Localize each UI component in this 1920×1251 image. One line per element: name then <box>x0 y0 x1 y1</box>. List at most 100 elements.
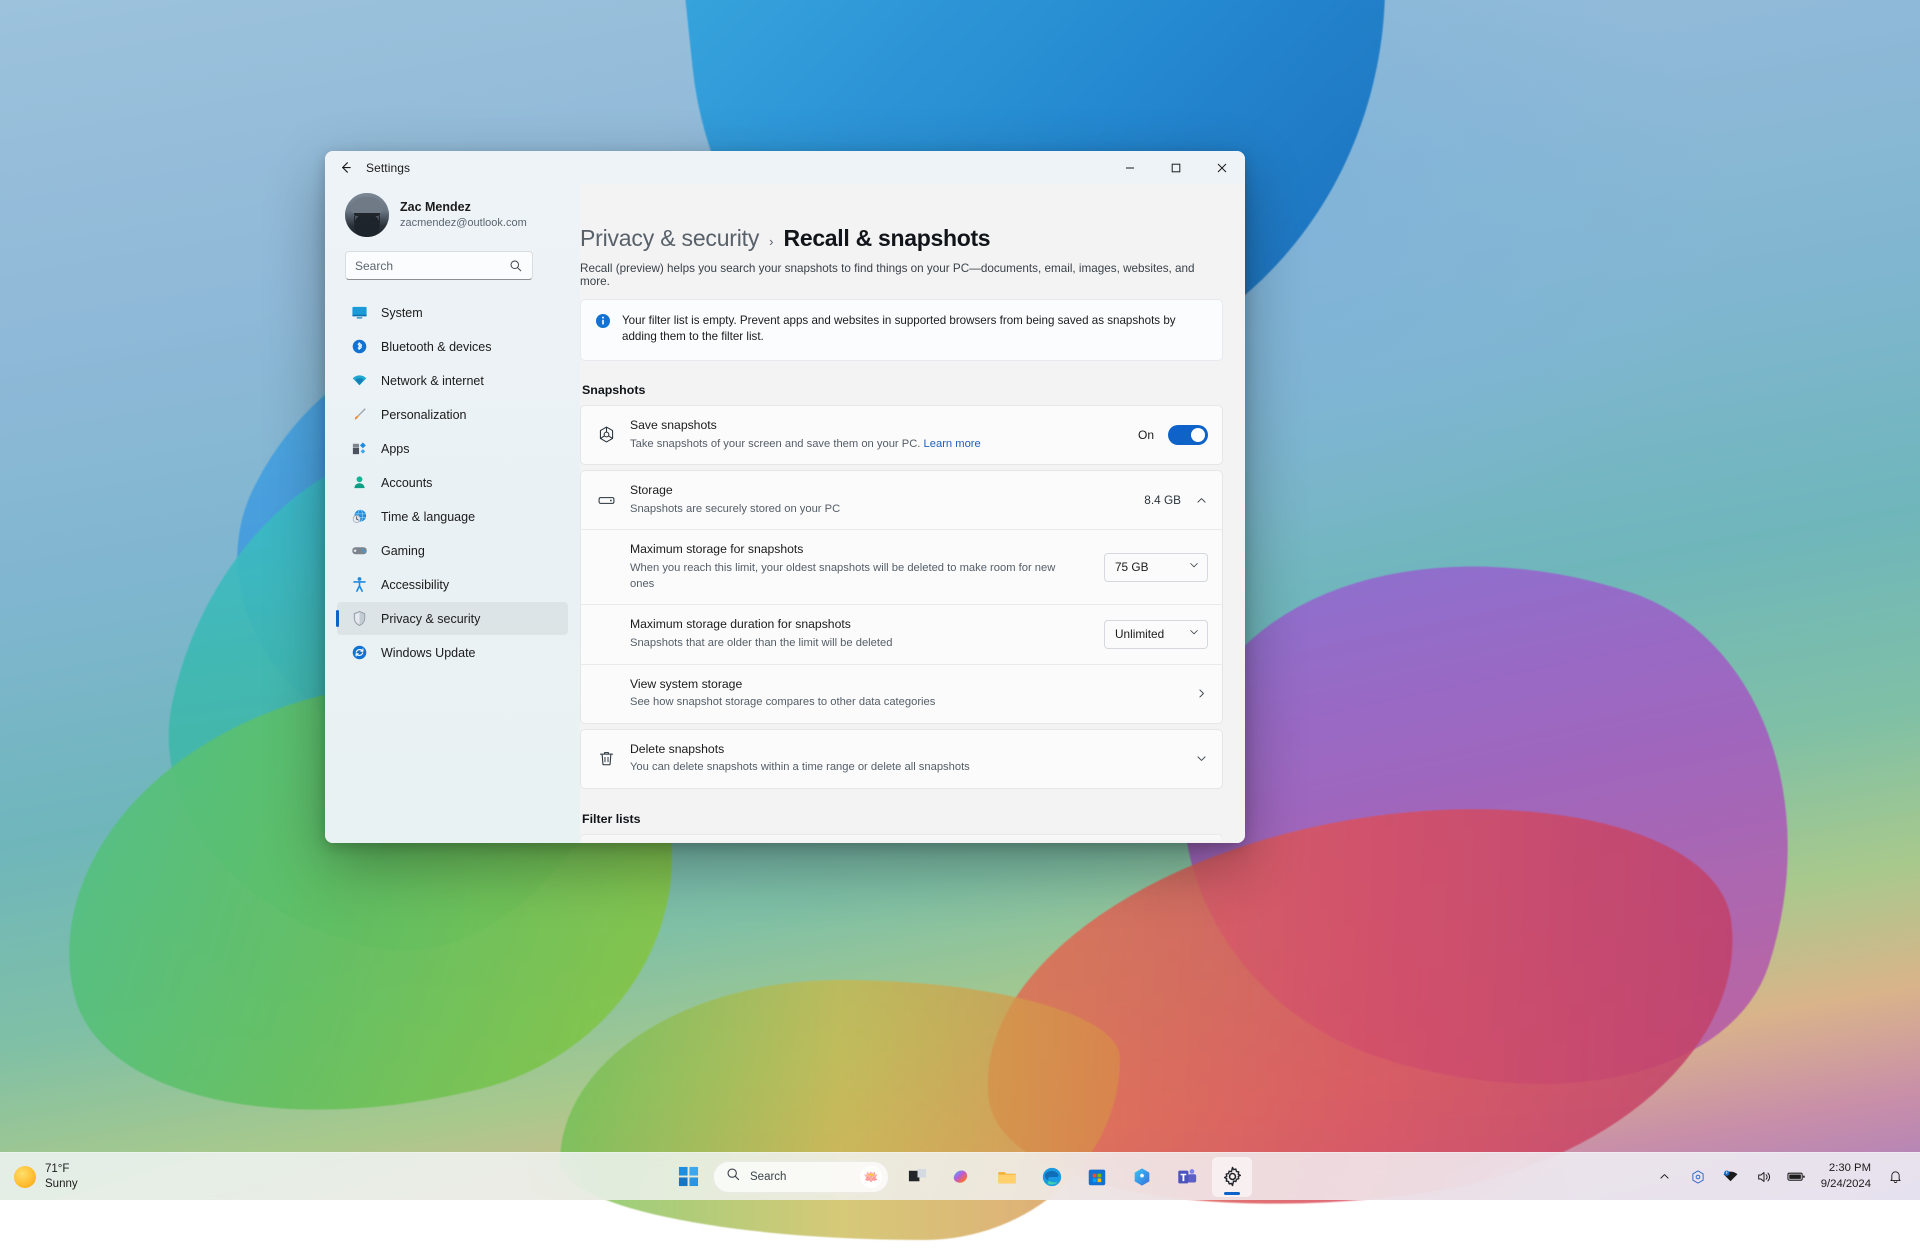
sidebar-item-windows-update[interactable]: Windows Update <box>337 636 568 669</box>
sidebar-nav: System Bluetooth & devices Network & int… <box>333 296 572 843</box>
delete-snapshots-card: Delete snapshots You can delete snapshot… <box>580 729 1223 789</box>
storage-header-row[interactable]: Storage Snapshots are securely stored on… <box>581 471 1222 529</box>
sidebar-search <box>345 251 564 280</box>
save-snapshots-title: Save snapshots <box>630 418 1125 434</box>
battery-icon[interactable] <box>1784 1162 1810 1192</box>
volume-icon[interactable] <box>1751 1162 1777 1192</box>
gamepad-icon <box>351 542 368 559</box>
title-bar: Settings <box>325 151 1245 184</box>
weather-temperature: 71°F <box>45 1162 78 1177</box>
breadcrumb-parent[interactable]: Privacy & security <box>580 225 759 252</box>
taskbar-search[interactable]: Search 🪷 <box>713 1161 889 1193</box>
breadcrumb: Privacy & security › Recall & snapshots <box>580 225 1223 252</box>
view-system-storage-title: View system storage <box>630 677 1182 693</box>
sidebar-item-label: Personalization <box>381 408 466 422</box>
copilot-button[interactable] <box>942 1157 982 1197</box>
taskbar-center: Search 🪷 <box>668 1157 1252 1197</box>
minimize-icon <box>1125 163 1135 173</box>
back-button[interactable] <box>330 153 360 183</box>
taskbar: 71°F Sunny Search 🪷 <box>0 1152 1920 1200</box>
delete-snapshots-sub: You can delete snapshots within a time r… <box>630 759 1060 775</box>
show-hidden-icons-icon[interactable] <box>1652 1162 1678 1192</box>
chevron-right-icon <box>1195 687 1208 700</box>
save-snapshots-learn-more-link[interactable]: Learn more <box>924 438 981 450</box>
sidebar: Zac Mendez zacmendez@outlook.com <box>325 184 580 843</box>
sidebar-item-apps[interactable]: Apps <box>337 432 568 465</box>
sidebar-item-label: Bluetooth & devices <box>381 340 492 354</box>
search-icon[interactable] <box>509 259 523 273</box>
maximize-button[interactable] <box>1153 151 1199 184</box>
max-duration-title: Maximum storage duration for snapshots <box>630 617 1091 633</box>
start-button[interactable] <box>668 1157 708 1197</box>
search-box[interactable] <box>345 251 533 280</box>
recall-icon <box>596 425 617 444</box>
sidebar-item-accounts[interactable]: Accounts <box>337 466 568 499</box>
page-title: Recall & snapshots <box>784 225 991 252</box>
sidebar-item-time-language[interactable]: Time & language <box>337 500 568 533</box>
sidebar-item-privacy-security[interactable]: Privacy & security <box>337 602 568 635</box>
clock[interactable]: 2:30 PM 9/24/2024 <box>1817 1161 1875 1192</box>
sidebar-item-label: Time & language <box>381 510 475 524</box>
save-snapshots-sub: Take snapshots of your screen and save t… <box>630 436 1060 452</box>
sidebar-item-gaming[interactable]: Gaming <box>337 534 568 567</box>
account-section[interactable]: Zac Mendez zacmendez@outlook.com <box>333 184 572 251</box>
wifi-icon <box>351 372 368 389</box>
account-name: Zac Mendez <box>400 199 527 216</box>
sidebar-item-network-internet[interactable]: Network & internet <box>337 364 568 397</box>
max-storage-row: Maximum storage for snapshots When you r… <box>581 529 1222 604</box>
search-input[interactable] <box>355 259 509 273</box>
file-explorer-button[interactable] <box>987 1157 1027 1197</box>
sun-icon <box>14 1166 36 1188</box>
back-arrow-icon <box>338 160 353 175</box>
content-pane: Privacy & security › Recall & snapshots … <box>580 184 1245 843</box>
max-storage-dropdown[interactable]: 10 GB25 GB50 GB75 GB100 GB150 GB <box>1104 553 1208 582</box>
avatar <box>345 193 389 237</box>
save-snapshots-toggle[interactable] <box>1168 425 1208 445</box>
content-fade <box>580 833 1245 843</box>
settings-icon <box>1221 1165 1244 1188</box>
recall-tray-icon[interactable] <box>1685 1162 1711 1192</box>
sidebar-item-label: Accessibility <box>381 578 449 592</box>
microsoft-teams-button[interactable] <box>1167 1157 1207 1197</box>
max-storage-dropdown-wrap: 10 GB25 GB50 GB75 GB100 GB150 GB <box>1104 553 1208 582</box>
windows-start-icon <box>678 1166 699 1187</box>
edge-icon <box>1041 1166 1063 1188</box>
accessibility-icon <box>351 576 368 593</box>
max-duration-dropdown[interactable]: 30 days60 days90 days180 daysUnlimited <box>1104 620 1208 649</box>
close-icon <box>1217 163 1227 173</box>
microsoft-edge-button[interactable] <box>1032 1157 1072 1197</box>
info-icon <box>595 313 611 346</box>
sidebar-item-label: Windows Update <box>381 646 476 660</box>
clock-date: 9/24/2024 <box>1821 1177 1871 1192</box>
close-button[interactable] <box>1199 151 1245 184</box>
delete-snapshots-title: Delete snapshots <box>630 742 1182 758</box>
minimize-button[interactable] <box>1107 151 1153 184</box>
microsoft-store-button[interactable] <box>1077 1157 1117 1197</box>
page-description: Recall (preview) helps you search your s… <box>580 262 1223 288</box>
weather-widget[interactable]: 71°F Sunny <box>0 1162 200 1192</box>
save-snapshots-row[interactable]: Save snapshots Take snapshots of your sc… <box>581 406 1222 464</box>
task-view-button[interactable] <box>897 1157 937 1197</box>
sidebar-item-label: Gaming <box>381 544 425 558</box>
chevron-up-icon[interactable] <box>1195 494 1208 507</box>
max-duration-sub: Snapshots that are older than the limit … <box>630 635 1060 651</box>
sidebar-item-system[interactable]: System <box>337 296 568 329</box>
settings-button[interactable] <box>1212 1157 1252 1197</box>
lotus-icon: 🪷 <box>860 1166 882 1188</box>
shield-icon <box>351 610 368 627</box>
sidebar-item-personalization[interactable]: Personalization <box>337 398 568 431</box>
bell-icon[interactable] <box>1882 1162 1908 1192</box>
view-system-storage-row[interactable]: View system storage See how snapshot sto… <box>581 664 1222 723</box>
sidebar-item-bluetooth-devices[interactable]: Bluetooth & devices <box>337 330 568 363</box>
account-email: zacmendez@outlook.com <box>400 216 527 231</box>
chevron-down-icon[interactable] <box>1195 752 1208 765</box>
window-title: Settings <box>366 161 410 175</box>
recall-app-button[interactable] <box>1122 1157 1162 1197</box>
taskbar-search-label: Search <box>750 1171 851 1183</box>
teams-icon <box>1176 1166 1198 1188</box>
copilot-icon <box>951 1166 973 1188</box>
storage-card: Storage Snapshots are securely stored on… <box>580 470 1223 724</box>
sidebar-item-accessibility[interactable]: Accessibility <box>337 568 568 601</box>
network-icon[interactable] <box>1718 1162 1744 1192</box>
delete-snapshots-row[interactable]: Delete snapshots You can delete snapshot… <box>581 730 1222 788</box>
